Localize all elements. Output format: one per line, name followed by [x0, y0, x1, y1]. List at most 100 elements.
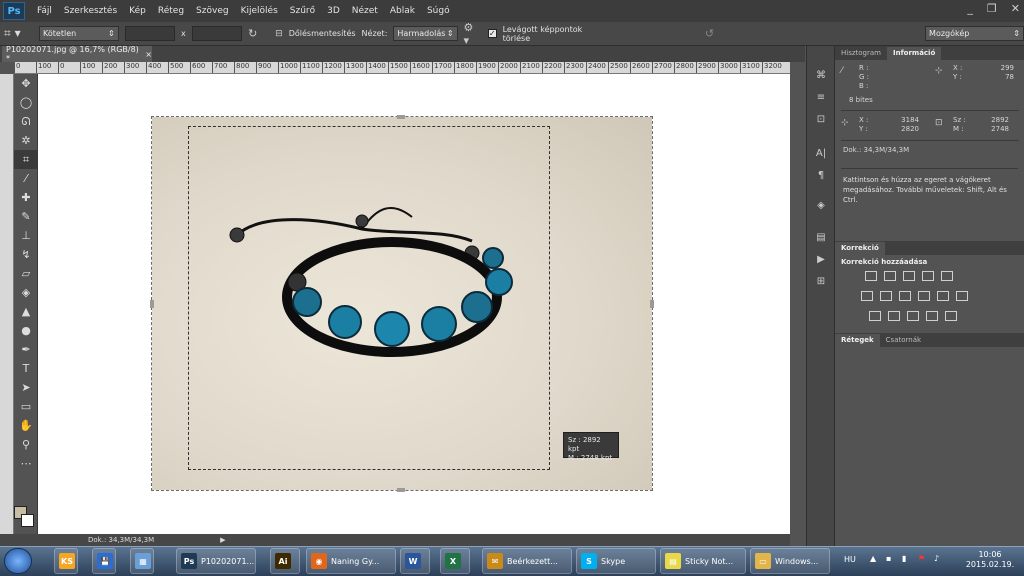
language-indicator[interactable]: HU — [844, 555, 856, 564]
tray-app-icon[interactable]: ▪ — [886, 554, 891, 563]
taskbar-button-calculator[interactable]: ▦ — [130, 548, 154, 574]
black-white-icon[interactable] — [899, 291, 911, 301]
blur-tool-icon[interactable]: ▲ — [14, 302, 38, 321]
taskbar-button-save-app[interactable]: 💾 — [92, 548, 116, 574]
crop-handle-top[interactable] — [397, 115, 405, 119]
status-menu-icon[interactable]: ▶ — [220, 536, 225, 544]
menu-3d[interactable]: 3D — [321, 6, 346, 16]
taskbar-button-mail[interactable]: ✉ Beérkezett... — [482, 548, 572, 574]
lasso-tool-icon[interactable]: ᘏ — [14, 112, 38, 131]
taskbar-button-excel[interactable]: X — [440, 548, 470, 574]
posterize-icon[interactable] — [888, 311, 900, 321]
tab-info[interactable]: Információ — [887, 47, 942, 60]
hand-tool-icon[interactable]: ✋ — [14, 416, 38, 435]
clock[interactable]: 10:06 2015.02.19. — [964, 550, 1016, 570]
pen-tool-icon[interactable]: ✒ — [14, 340, 38, 359]
menu-view[interactable]: Nézet — [346, 6, 384, 16]
history-brush-tool-icon[interactable]: ↯ — [14, 245, 38, 264]
paint-bucket-tool-icon[interactable]: ◈ — [14, 283, 38, 302]
path-selection-tool-icon[interactable]: ➤ — [14, 378, 38, 397]
gradient-map-icon[interactable] — [945, 311, 957, 321]
tab-histogram[interactable]: Hisztogram — [835, 47, 887, 60]
height-field[interactable] — [191, 26, 243, 41]
menu-file[interactable]: Fájl — [31, 6, 58, 16]
brush-tool-icon[interactable]: ✎ — [14, 207, 38, 226]
crop-tool-icon[interactable]: ⌗ — [14, 150, 38, 169]
properties-icon[interactable]: ⊞ — [807, 272, 835, 290]
eyedropper-tool-icon[interactable]: ⁄ — [14, 169, 38, 188]
taskbar-button-skype[interactable]: S Skype — [576, 548, 656, 574]
paragraph-icon[interactable]: ¶ — [807, 166, 835, 184]
crop-handle-right[interactable] — [650, 300, 654, 308]
magic-wand-tool-icon[interactable]: ✲ — [14, 131, 38, 150]
document-tab[interactable]: P10202071.jpg @ 16,7% (RGB/8) * × — [2, 45, 152, 63]
horizontal-ruler[interactable]: 0 100 0 100 200 300 400 500 600 700 800 900 1000 1100… — [14, 62, 790, 74]
taskbar-button-word[interactable]: W — [400, 548, 430, 574]
menu-edit[interactable]: Szerkesztés — [58, 6, 123, 16]
timeline-icon[interactable]: ▤ — [807, 228, 835, 246]
delete-cropped-checkbox[interactable]: ✓ — [487, 29, 497, 38]
tray-arrow-icon[interactable]: ▲ — [870, 554, 876, 563]
color-lookup-icon[interactable] — [956, 291, 968, 301]
threshold-icon[interactable] — [907, 311, 919, 321]
type-tool-icon[interactable]: T — [14, 359, 38, 378]
straighten-icon[interactable]: ⊟ — [275, 29, 283, 39]
menu-layer[interactable]: Réteg — [152, 6, 190, 16]
move-tool-icon[interactable]: ✥ — [14, 74, 38, 93]
clone-stamp-tool-icon[interactable]: ⊥ — [14, 226, 38, 245]
workspace-select[interactable]: Mozgókép ⇕ — [925, 26, 1024, 41]
action-center-icon[interactable]: ⚑ — [918, 554, 925, 563]
tool-presets-icon[interactable]: ⊡ — [807, 110, 835, 128]
marquee-tool-icon[interactable]: ◯ — [14, 93, 38, 112]
straighten-button[interactable]: Dőlésmentesítés — [289, 29, 356, 38]
taskbar-button-photoshop[interactable]: Ps P10202071... — [176, 548, 256, 574]
reset-icon[interactable]: ↺ — [705, 27, 714, 40]
menu-filter[interactable]: Szűrő — [284, 6, 321, 16]
taskbar-button-windows-explorer[interactable]: ▭ Windows... — [750, 548, 830, 574]
history-icon[interactable]: ⌘ — [807, 66, 835, 84]
taskbar-button-kaspersky[interactable]: KS — [54, 548, 78, 574]
swap-icon[interactable]: ↻ — [248, 27, 257, 40]
tab-correction[interactable]: Korrekció — [835, 242, 885, 255]
vibrance-icon[interactable] — [941, 271, 953, 281]
extra-tools-icon[interactable]: ⋯ — [14, 454, 38, 473]
taskbar-button-illustrator[interactable]: Ai — [270, 548, 300, 574]
tab-channels[interactable]: Csatornák — [880, 334, 927, 347]
hue-saturation-icon[interactable] — [861, 291, 873, 301]
width-field[interactable] — [124, 26, 176, 41]
tab-layers[interactable]: Rétegek — [835, 334, 880, 347]
3d-icon[interactable]: ◈ — [807, 196, 835, 214]
dodge-tool-icon[interactable]: ● — [14, 321, 38, 340]
invert-icon[interactable] — [869, 311, 881, 321]
actions-icon[interactable]: ≡ — [807, 88, 835, 106]
zoom-tool-icon[interactable]: ⚲ — [14, 435, 38, 454]
volume-icon[interactable]: ♪ — [934, 554, 939, 563]
menu-type[interactable]: Szöveg — [190, 6, 235, 16]
channel-mixer-icon[interactable] — [937, 291, 949, 301]
overlay-select[interactable]: Harmadolás ⇕ — [393, 26, 458, 41]
gear-icon[interactable]: ⚙ ▾ — [464, 21, 482, 47]
restore-button[interactable]: ❐ — [987, 2, 997, 15]
minimize-button[interactable]: _ — [967, 2, 973, 15]
curves-icon[interactable] — [903, 271, 915, 281]
menu-image[interactable]: Kép — [123, 6, 152, 16]
menu-window[interactable]: Ablak — [384, 6, 421, 16]
crop-handle-left[interactable] — [150, 300, 154, 308]
taskbar-button-firefox[interactable]: ◉ Naning Gy... — [306, 548, 396, 574]
start-button[interactable] — [4, 548, 32, 574]
crop-handle-bottom[interactable] — [397, 488, 405, 492]
menu-select[interactable]: Kijelölés — [235, 6, 284, 16]
layer-comps-icon[interactable]: ▶ — [807, 250, 835, 268]
ratio-select[interactable]: Kötetlen ⇕ — [39, 26, 119, 41]
eraser-tool-icon[interactable]: ▱ — [14, 264, 38, 283]
network-icon[interactable]: ▮ — [902, 554, 906, 563]
menu-help[interactable]: Súgó — [421, 6, 456, 16]
shape-tool-icon[interactable]: ▭ — [14, 397, 38, 416]
selective-color-icon[interactable] — [926, 311, 938, 321]
vertical-ruler[interactable] — [0, 74, 14, 534]
levels-icon[interactable] — [884, 271, 896, 281]
background-color-swatch[interactable] — [21, 514, 34, 527]
zoom-field[interactable] — [0, 534, 38, 546]
exposure-icon[interactable] — [922, 271, 934, 281]
crop-tool-icon[interactable]: ⌗ ▾ — [4, 26, 33, 41]
